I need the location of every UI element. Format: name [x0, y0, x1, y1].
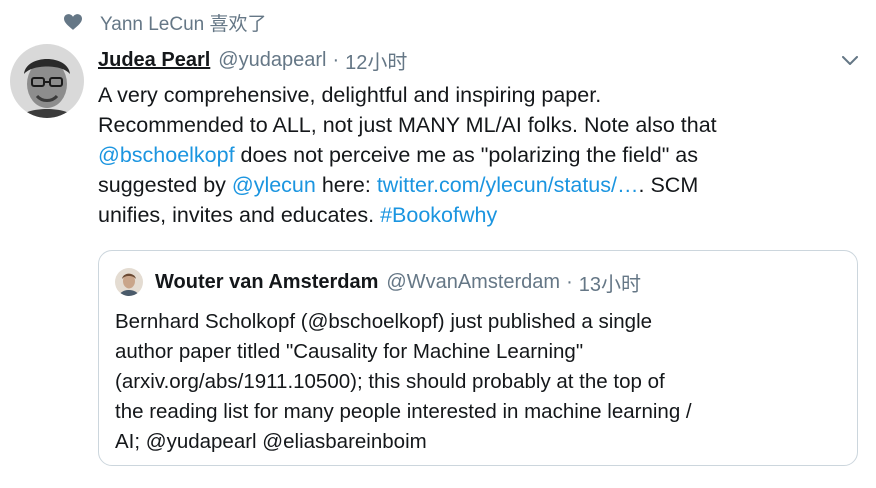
heart-icon: [64, 12, 84, 32]
quoted-timestamp[interactable]: 13小时: [579, 268, 641, 297]
quoted-text-line: the reading list for many people interes…: [115, 400, 692, 423]
tweet-text-fragment: does not perceive me as "polarizing the …: [234, 143, 699, 167]
chevron-down-icon[interactable]: [838, 50, 862, 72]
quoted-text-line: author paper titled "Causality for Machi…: [115, 340, 584, 363]
tweet-header: Judea Pearl @yudapearl · 12小时: [98, 44, 407, 76]
mention-link[interactable]: @bschoelkopf: [98, 143, 235, 167]
author-name[interactable]: Judea Pearl: [98, 49, 210, 72]
quoted-author-name[interactable]: Wouter van Amsterdam: [155, 271, 378, 294]
timestamp[interactable]: 12小时: [345, 46, 407, 75]
social-context: Yann LeCun 喜欢了: [64, 8, 267, 36]
quoted-text-line: Bernhard Scholkopf (@bschoelkopf) just p…: [115, 310, 653, 333]
url-link[interactable]: twitter.com/ylecun/status/…: [377, 173, 639, 197]
quoted-avatar[interactable]: [115, 268, 143, 296]
separator-dot: ·: [332, 48, 340, 71]
mention-link[interactable]: @ylecun: [232, 173, 316, 197]
quoted-author-handle[interactable]: @WvanAmsterdam: [386, 271, 560, 294]
social-context-text[interactable]: Yann LeCun 喜欢了: [100, 9, 267, 36]
quoted-tweet-text: Bernhard Scholkopf (@bschoelkopf) just p…: [115, 307, 845, 457]
tweet-text: A very comprehensive, delightful and ins…: [98, 80, 858, 230]
hashtag-link[interactable]: #Bookofwhy: [380, 203, 497, 227]
tweet-text-fragment: . SCM: [638, 173, 699, 197]
quoted-text-line: AI; @yudapearl @eliasbareinboim: [115, 430, 427, 453]
tweet-text-fragment: here:: [315, 173, 377, 197]
tweet-text-fragment: suggested by: [98, 173, 232, 197]
tweet-text-line: A very comprehensive, delightful and ins…: [98, 83, 602, 107]
tweet-text-line: Recommended to ALL, not just MANY ML/AI …: [98, 113, 717, 137]
quoted-text-line: (arxiv.org/abs/1911.10500); this should …: [115, 370, 665, 393]
quoted-tweet-header: Wouter van Amsterdam @WvanAmsterdam · 13…: [115, 267, 641, 297]
avatar[interactable]: [10, 44, 84, 118]
author-handle[interactable]: @yudapearl: [218, 49, 326, 72]
separator-dot: ·: [566, 270, 573, 293]
tweet-text-fragment: unifies, invites and educates.: [98, 203, 381, 227]
quoted-tweet-card[interactable]: Wouter van Amsterdam @WvanAmsterdam · 13…: [98, 250, 858, 466]
